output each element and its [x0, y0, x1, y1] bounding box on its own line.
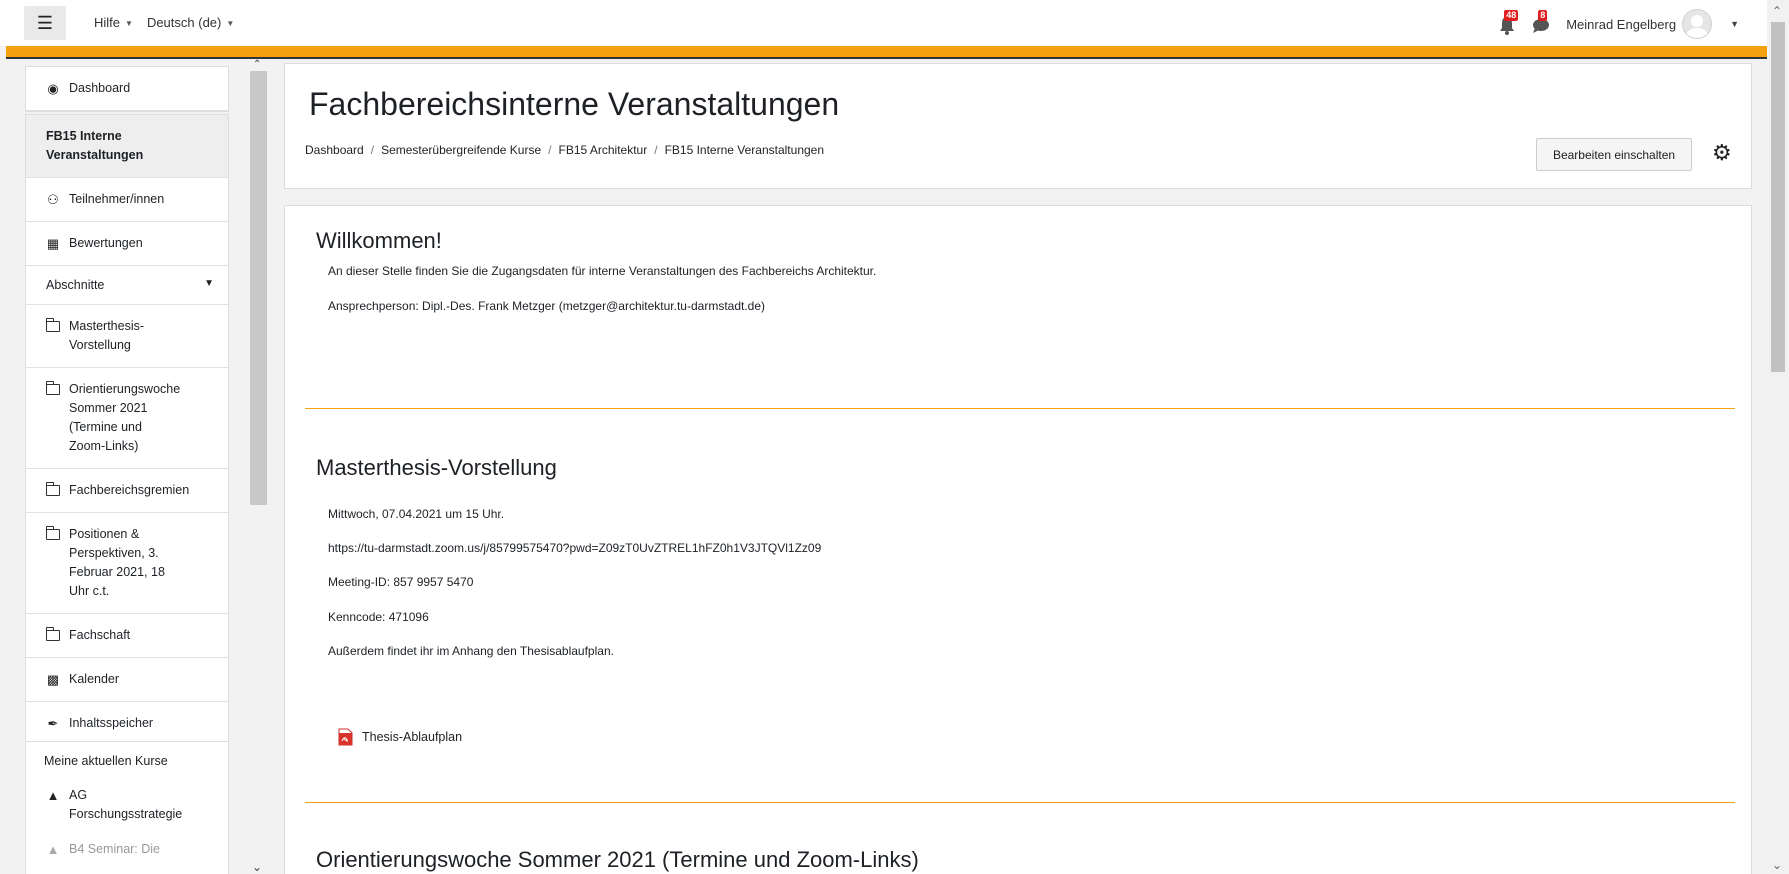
messages-badge: 8: [1538, 10, 1548, 21]
section-divider: [305, 408, 1735, 409]
scroll-thumb[interactable]: [250, 71, 267, 505]
chevron-down-icon[interactable]: ⌄: [252, 860, 262, 874]
section-text: Ansprechperson: Dipl.-Des. Frank Metzger…: [328, 299, 766, 313]
caret-down-icon[interactable]: ▼: [1730, 19, 1739, 29]
folder-icon: [45, 627, 60, 641]
users-icon: ⚇: [47, 192, 59, 207]
dashboard-icon: ◉: [47, 81, 59, 96]
sidebar-item-section[interactable]: Masterthesis-Vorstellung: [26, 305, 228, 368]
sidebar-item-content-bank[interactable]: ✒ Inhaltsspeicher: [26, 702, 228, 745]
calendar-icon: ▩: [46, 672, 60, 687]
chevron-down-icon[interactable]: ⌄: [1772, 858, 1782, 872]
nav-block-my-courses: Meine aktuellen Kurse ▲ AG Forschungsstr…: [25, 741, 229, 874]
sidebar-item-calendar[interactable]: ▩ Kalender: [26, 658, 228, 702]
sections-dropdown[interactable]: Abschnitte ▼: [26, 266, 228, 305]
scroll-thumb[interactable]: [1771, 22, 1785, 372]
caret-down-icon: ▼: [204, 278, 214, 289]
hamburger-icon: ☰: [36, 12, 54, 33]
sidebar-item-participants[interactable]: ⚇ Teilnehmer/innen: [26, 178, 228, 222]
page-scrollbar[interactable]: ⌃ ⌄: [1767, 0, 1789, 874]
sidebar-item-section[interactable]: Fachbereichsgremien: [26, 469, 228, 513]
folder-icon: [45, 381, 60, 395]
gear-icon[interactable]: ⚙: [1712, 140, 1732, 166]
edit-mode-button[interactable]: Bearbeiten einschalten: [1536, 138, 1692, 171]
user-name[interactable]: Meinrad Engelberg: [1566, 17, 1676, 32]
chevron-up-icon[interactable]: ⌃: [1772, 4, 1782, 18]
top-menu: Hilfe ▼ Deutsch (de) ▼: [94, 15, 234, 30]
user-area: 48 8 Meinrad Engelberg ▼: [1498, 9, 1739, 39]
sidebar-item-dashboard[interactable]: ◉ Dashboard: [26, 67, 228, 111]
breadcrumb-link[interactable]: Dashboard: [305, 143, 364, 157]
section-title: Masterthesis-Vorstellung: [316, 455, 557, 480]
breadcrumb: Dashboard / Semesterübergreifende Kurse / FB…: [305, 143, 825, 157]
caret-down-icon: ▼: [125, 19, 133, 29]
nav-block-main: ◉ Dashboard: [25, 66, 229, 112]
avatar[interactable]: [1682, 9, 1713, 39]
folder-icon: [45, 318, 60, 332]
sidebar-item-section[interactable]: Orientierungswoche Sommer 2021 (Termine …: [26, 368, 228, 469]
breadcrumb-link[interactable]: FB15 Architektur: [559, 143, 648, 157]
breadcrumb-link[interactable]: Semesterübergreifende Kurse: [381, 143, 541, 157]
brush-icon: ✒: [47, 716, 59, 731]
help-menu[interactable]: Hilfe ▼: [94, 15, 133, 30]
breadcrumb-link[interactable]: FB15 Interne Veranstaltungen: [665, 143, 824, 157]
my-courses-heading: Meine aktuellen Kurse: [44, 754, 168, 768]
section-title: Willkommen!: [316, 228, 442, 253]
nav-drawer: ◉ Dashboard FB15 Interne Veranstaltungen…: [0, 59, 270, 874]
sidebar-item-section[interactable]: Fachschaft: [26, 614, 228, 658]
navbar: ☰ Hilfe ▼ Deutsch (de) ▼ 48 8 Meinrad Enge…: [0, 0, 1789, 46]
page-title: Fachbereichsinterne Veranstaltungen: [309, 86, 840, 122]
caret-down-icon: ▼: [226, 19, 235, 29]
section-text: Außerdem findet ihr im Anhang den Thesis…: [328, 644, 614, 658]
drawer-scrollbar[interactable]: ⌃ ⌄: [248, 59, 270, 874]
sidebar-item-mycourse[interactable]: ▲ AG Forschungsstrategie: [26, 768, 228, 836]
language-menu[interactable]: Deutsch (de) ▼: [147, 15, 234, 30]
course-content: Willkommen! An dieser Stelle finden Sie …: [284, 205, 1752, 874]
table-icon: ▦: [46, 236, 60, 251]
section-text: An dieser Stelle finden Sie die Zugangsd…: [328, 264, 877, 278]
notifications-badge: 48: [1504, 10, 1519, 21]
nav-block-course: FB15 Interne Veranstaltungen ⚇ Teilnehme…: [25, 114, 229, 746]
graduation-cap-icon: ▲: [46, 842, 60, 857]
pdf-icon: [338, 728, 353, 746]
section-text: Kenncode: 471096: [328, 610, 429, 624]
notifications-button[interactable]: 48: [1498, 10, 1520, 35]
folder-icon: [45, 482, 60, 496]
sidebar-item-course[interactable]: FB15 Interne Veranstaltungen: [26, 115, 228, 178]
accent-bar: [6, 46, 1769, 59]
folder-icon: [45, 526, 60, 540]
sidebar-item-mycourse[interactable]: ▲ B4 Seminar: Die: [26, 836, 228, 871]
file-link[interactable]: Thesis-Ablaufplan: [338, 728, 462, 746]
section-title: Orientierungswoche Sommer 2021 (Termine …: [316, 847, 919, 872]
section-text: Meeting-ID: 857 9957 5470: [328, 575, 474, 589]
chevron-up-icon[interactable]: ⌃: [253, 59, 261, 70]
section-divider: [305, 802, 1735, 803]
menu-toggle-button[interactable]: ☰: [24, 6, 66, 40]
section-text: Mittwoch, 07.04.2021 um 15 Uhr.: [328, 507, 505, 521]
page-header: Fachbereichsinterne Veranstaltungen Dash…: [284, 63, 1752, 189]
zoom-link[interactable]: https://tu-darmstadt.zoom.us/j/857995754…: [328, 541, 821, 555]
sidebar-item-grades[interactable]: ▦ Bewertungen: [26, 222, 228, 266]
messages-button[interactable]: 8: [1532, 10, 1554, 35]
sidebar-item-section[interactable]: Positionen & Perspektiven, 3. Februar 20…: [26, 513, 228, 614]
graduation-cap-icon: ▲: [46, 788, 60, 803]
